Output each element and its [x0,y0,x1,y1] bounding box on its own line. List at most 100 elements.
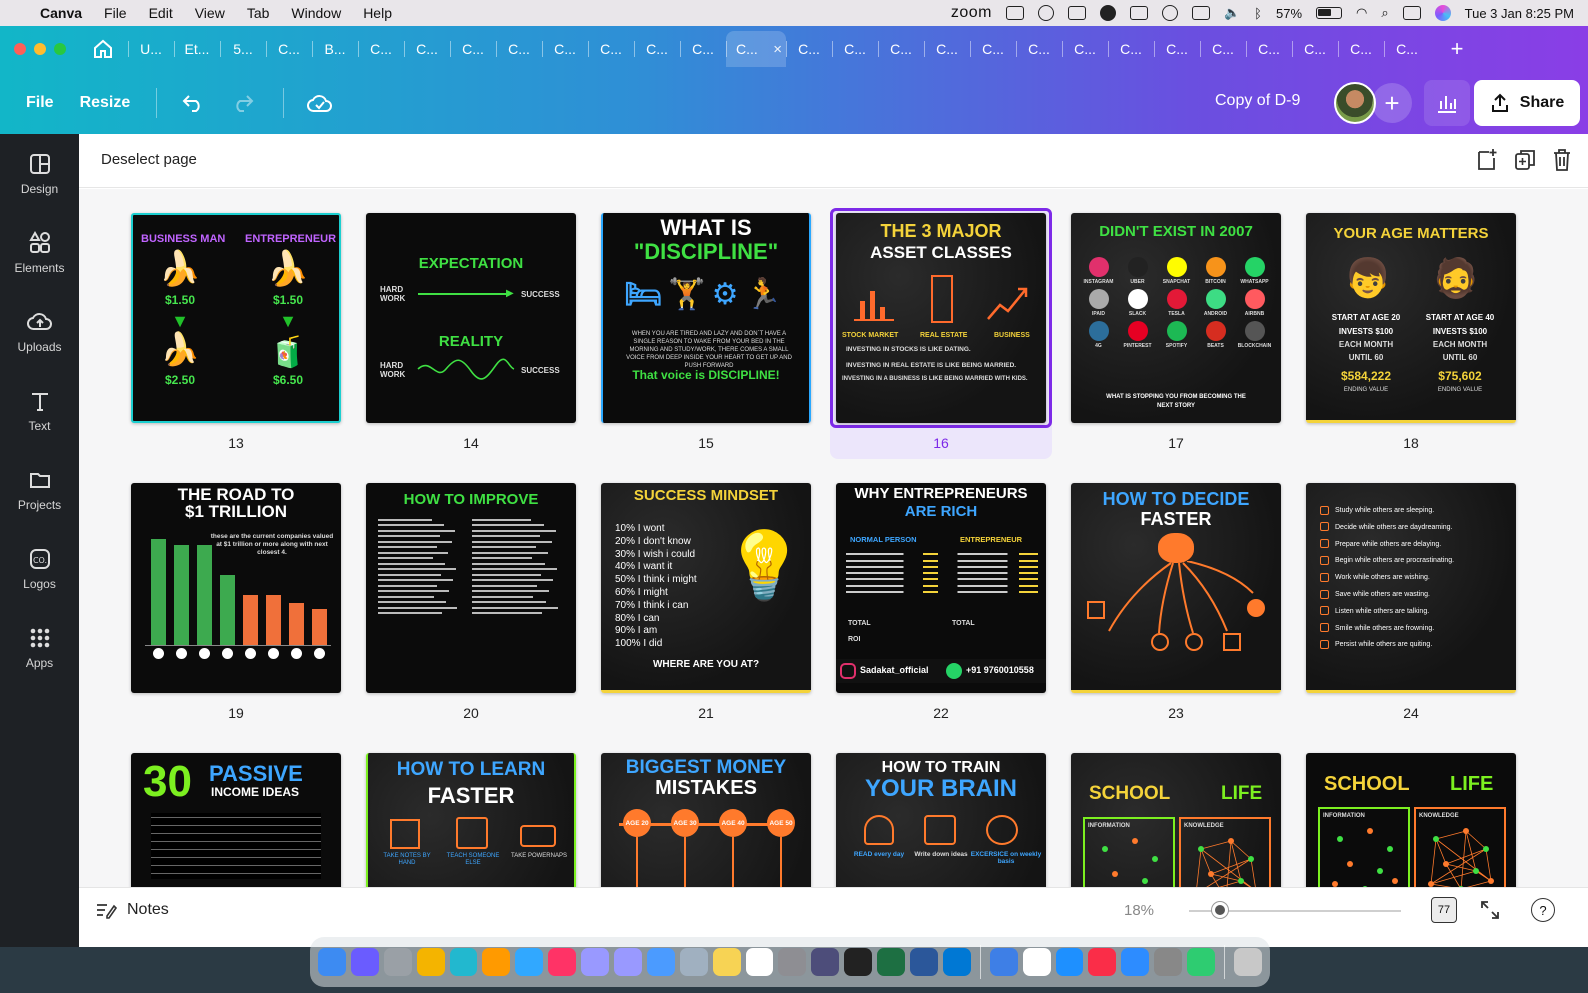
dock-app-icon[interactable] [745,948,774,976]
document-title[interactable]: Copy of D-9 [1215,92,1300,110]
browser-tab[interactable]: C... [680,31,726,67]
page-thumbnail-17[interactable]: DIDN'T EXIST IN 2007 INSTAGRAM UBER SNAPCH… [1071,213,1281,423]
film-icon[interactable] [1005,6,1024,20]
dock-app-icon[interactable] [1022,948,1051,976]
browser-tab[interactable]: C... [786,31,832,67]
fullscreen-icon[interactable] [1479,899,1501,921]
browser-tab[interactable]: C... [1200,31,1246,67]
add-collaborator-button[interactable]: + [1372,83,1412,123]
dock-app-icon[interactable] [581,948,610,976]
deselect-page-button[interactable]: Deselect page [101,151,197,168]
help-button[interactable]: ? [1531,898,1555,922]
browser-tab[interactable]: C... [496,31,542,67]
page-thumbnail-20[interactable]: HOW TO IMPROVE [366,483,576,693]
wifi-icon[interactable]: ◠ [1356,5,1367,21]
page-thumbnail-28[interactable]: HOW TO TRAIN YOUR BRAIN READ every day W… [836,753,1046,902]
browser-tab[interactable]: Et... [174,31,220,67]
dock-app-icon[interactable] [1187,948,1216,976]
zoom-slider-thumb[interactable] [1212,902,1228,918]
dock-app-icon[interactable] [548,948,577,976]
dock-app-icon[interactable] [1088,948,1117,976]
page-thumbnail-27[interactable]: BIGGEST MONEY MISTAKES AGE 20 AGE 30 AGE… [601,753,811,902]
browser-tab[interactable]: C... [1062,31,1108,67]
list-icon[interactable] [1191,6,1210,20]
browser-tab[interactable]: C... [1016,31,1062,67]
home-icon[interactable] [86,34,120,64]
browser-tab[interactable]: U... [128,31,174,67]
browser-tab[interactable]: 5... [220,31,266,67]
browser-tab[interactable]: C... [542,31,588,67]
page-thumbnail-26[interactable]: HOW TO LEARN FASTER TAKE NOTES BY HAND T… [366,753,576,902]
dock-app-icon[interactable] [989,948,1018,976]
browser-tab[interactable]: C... [924,31,970,67]
dock-app-icon[interactable] [910,948,938,976]
menu-edit[interactable]: Edit [149,5,173,21]
clock[interactable]: Tue 3 Jan 8:25 PM [1465,6,1574,21]
menu-help[interactable]: Help [363,5,392,21]
page-thumbnail-24[interactable]: Study while others are sleeping. Decide w… [1306,483,1516,693]
page-thumbnail-14[interactable]: EXPECTATION HARD WORK ▶ SUCCESS REALITY … [366,213,576,423]
dock-app-icon[interactable] [679,948,708,976]
page-thumbnail-21[interactable]: SUCCESS MINDSET 10% I wont 20% I don't kn… [601,483,811,693]
insights-icon[interactable] [1424,80,1470,126]
battery-icon[interactable] [1316,7,1343,19]
zoom-window-button[interactable] [54,43,66,55]
new-tab-button[interactable]: + [1442,36,1472,62]
dock-app-icon[interactable] [1154,948,1183,976]
menu-file[interactable]: File [104,5,127,21]
undo-icon[interactable] [179,89,207,117]
page-thumbnail-23[interactable]: HOW TO DECIDE FASTER [1071,483,1281,693]
browser-tab[interactable]: C... [1338,31,1384,67]
rail-uploads[interactable]: Uploads [0,292,79,371]
page-thumbnail-18[interactable]: YOUR AGE MATTERS 👦 🧔 START AT AGE 20 STA… [1306,213,1516,423]
dock-app-icon[interactable] [1234,948,1262,976]
screenshot-icon[interactable] [1067,6,1086,20]
browser-tab[interactable]: C... [450,31,496,67]
dock-app-icon[interactable] [712,948,741,976]
browser-tab[interactable]: C... [1246,31,1292,67]
rail-logos[interactable]: CO. Logos [0,529,79,608]
minimize-window-button[interactable] [34,43,46,55]
rail-projects[interactable]: Projects [0,450,79,529]
browser-tab[interactable]: C... [404,31,450,67]
rail-elements[interactable]: Elements [0,213,79,292]
grammarly-icon[interactable] [1099,5,1116,21]
dock-app-icon[interactable] [811,948,840,976]
browser-tab[interactable]: C... [832,31,878,67]
close-tab-icon[interactable]: × [773,41,782,58]
volume-icon[interactable]: 🔈 [1224,5,1240,21]
resize-button[interactable]: Resize [80,94,131,112]
page-thumbnail-25[interactable]: 30 PASSIVE INCOME IDEAS [131,753,341,902]
browser-tab[interactable]: C... [358,31,404,67]
dock-app-icon[interactable] [614,948,642,976]
play-icon[interactable] [1161,5,1178,21]
add-page-icon[interactable] [1476,148,1498,172]
bluetooth-icon[interactable]: ᛒ [1254,6,1262,21]
notes-button[interactable]: Notes [95,901,169,919]
siri-icon[interactable] [1434,5,1451,21]
browser-tab[interactable]: C... [1108,31,1154,67]
page-thumbnail-19[interactable]: THE ROAD TO $1 TRILLION these are the cu… [131,483,341,693]
browser-tab[interactable]: C... [878,31,924,67]
cc-icon[interactable] [1037,5,1054,21]
spotlight-search-icon[interactable]: ⌕ [1381,5,1388,21]
browser-tab[interactable]: C... [588,31,634,67]
menu-tab[interactable]: Tab [247,5,270,21]
dock-app-icon[interactable] [416,948,445,976]
page-thumbnail-16[interactable]: THE 3 MAJOR ASSET CLASSES STOCK MARKET R… [836,213,1046,423]
avatar[interactable] [1334,82,1376,124]
browser-tab[interactable]: C... [970,31,1016,67]
page-count-button[interactable]: 77 [1431,897,1457,923]
dock-app-icon[interactable] [515,948,544,976]
page-thumbnail-30[interactable]: SCHOOL LIFE INFORMATION KNOWLEDGE [1306,753,1516,902]
menu-window[interactable]: Window [291,5,341,21]
file-menu-button[interactable]: File [26,94,54,112]
dock-app-icon[interactable] [877,948,906,976]
page-thumbnail-29[interactable]: SCHOOL LIFE INFORMATION KNOWLEDGE [1071,753,1281,902]
share-button[interactable]: Share [1474,80,1580,126]
app-menu[interactable]: Canva [40,5,82,21]
dock-app-icon[interactable] [449,948,478,976]
dock-app-icon[interactable] [350,948,379,976]
delete-page-icon[interactable] [1552,148,1572,172]
control-center-icon[interactable] [1402,6,1421,20]
